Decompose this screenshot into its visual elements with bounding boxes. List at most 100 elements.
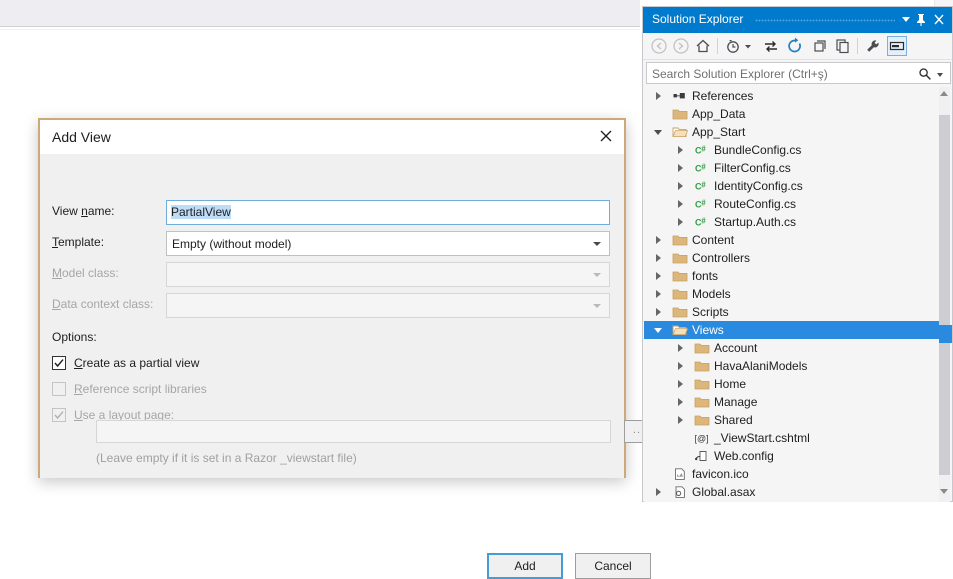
- chevron-collapsed-icon[interactable]: [676, 164, 685, 173]
- tree-row[interactable]: App_Start: [644, 123, 940, 141]
- layout-page-path-input: [96, 420, 611, 443]
- tree-row[interactable]: Home: [644, 375, 940, 393]
- checkbox-unchecked-icon: [52, 382, 66, 396]
- config-file-icon: [694, 449, 710, 463]
- add-view-dialog: Add View View name: PartialView Template…: [38, 118, 654, 579]
- add-button[interactable]: Add: [487, 553, 563, 579]
- tree-row[interactable]: C # RouteConfig.cs: [644, 195, 940, 213]
- sync-with-active-document-icon[interactable]: [761, 36, 781, 56]
- csharp-file-icon: C #: [694, 197, 710, 211]
- tree-row[interactable]: Shared: [644, 411, 940, 429]
- tree-row[interactable]: HavaAlaniModels: [644, 357, 940, 375]
- image-file-icon: [672, 467, 688, 481]
- selected-item-scroll-marker: [939, 325, 952, 343]
- tree-row[interactable]: Content: [644, 231, 940, 249]
- view-name-input[interactable]: PartialView: [166, 200, 610, 225]
- chevron-collapsed-icon[interactable]: [676, 146, 685, 155]
- csharp-file-icon: C #: [694, 143, 710, 157]
- tree-row[interactable]: Web.config: [644, 447, 940, 465]
- toolbar-separator: [717, 38, 718, 54]
- cancel-button[interactable]: Cancel: [575, 553, 651, 579]
- tree-row[interactable]: Manage: [644, 393, 940, 411]
- tree-row[interactable]: C # IdentityConfig.cs: [644, 177, 940, 195]
- create-as-partial-view-label: Create as a partial view: [74, 356, 200, 370]
- pending-changes-clock-icon[interactable]: [723, 36, 743, 56]
- tree-row-label: App_Start: [692, 125, 746, 139]
- pin-icon[interactable]: [914, 12, 928, 28]
- search-icon[interactable]: [918, 67, 932, 84]
- tree-row[interactable]: References: [644, 87, 940, 105]
- model-class-dropdown: [166, 262, 610, 287]
- tree-row[interactable]: C # BundleConfig.cs: [644, 141, 940, 159]
- collapse-all-icon[interactable]: [809, 36, 829, 56]
- chevron-down-icon[interactable]: [937, 73, 943, 77]
- folder-icon: [694, 341, 710, 355]
- tree-row-label: Scripts: [692, 305, 729, 319]
- folder-icon: [672, 251, 688, 265]
- solution-tree[interactable]: References App_Data App_Start C # BundleConfi…: [644, 87, 940, 502]
- chevron-collapsed-icon[interactable]: [676, 398, 685, 407]
- refresh-icon[interactable]: [785, 36, 805, 56]
- tree-row[interactable]: Global.asax: [644, 483, 940, 501]
- tree-row[interactable]: C # FilterConfig.cs: [644, 159, 940, 177]
- chevron-collapsed-icon[interactable]: [654, 308, 663, 317]
- chevron-expanded-icon[interactable]: [654, 128, 663, 137]
- chevron-collapsed-icon[interactable]: [676, 218, 685, 227]
- chevron-collapsed-icon[interactable]: [676, 182, 685, 191]
- search-input[interactable]: Search Solution Explorer (Ctrl+ş): [646, 62, 951, 84]
- dialog-titlebar: Add View: [40, 120, 624, 154]
- tree-row[interactable]: Scripts: [644, 303, 940, 321]
- chevron-collapsed-icon[interactable]: [654, 236, 663, 245]
- chevron-collapsed-icon[interactable]: [676, 362, 685, 371]
- tree-row[interactable]: fonts: [644, 267, 940, 285]
- field-row-data-context-class: Data context class:: [40, 293, 624, 319]
- tree-row-label: Startup.Auth.cs: [714, 215, 797, 229]
- tree-scroll-thumb[interactable]: [939, 115, 950, 475]
- chevron-collapsed-icon[interactable]: [676, 416, 685, 425]
- chevron-collapsed-icon[interactable]: [654, 254, 663, 263]
- tree-row[interactable]: Views: [644, 321, 940, 339]
- svg-text:#: #: [701, 145, 706, 154]
- tree-row[interactable]: Models: [644, 285, 940, 303]
- tree-row-label: Manage: [714, 395, 758, 409]
- tree-row-label: BundleConfig.cs: [714, 143, 802, 157]
- tree-row[interactable]: App_Data: [644, 105, 940, 123]
- chevron-collapsed-icon[interactable]: [676, 200, 685, 209]
- tree-row[interactable]: Account: [644, 339, 940, 357]
- tree-row-label: Shared: [714, 413, 753, 427]
- chevron-collapsed-icon[interactable]: [654, 92, 663, 101]
- chevron-collapsed-icon[interactable]: [654, 272, 663, 281]
- tree-row[interactable]: [@] _ViewStart.cshtml: [644, 429, 940, 447]
- home-icon[interactable]: [693, 36, 713, 56]
- tree-row-label: FilterConfig.cs: [714, 161, 791, 175]
- close-icon[interactable]: [592, 123, 620, 149]
- close-icon[interactable]: [932, 12, 946, 28]
- layout-page-hint: (Leave empty if it is set in a Razor _vi…: [96, 451, 357, 465]
- csharp-file-icon: C #: [694, 179, 710, 193]
- tree-row[interactable]: Controllers: [644, 249, 940, 267]
- solution-explorer-toolbar: [643, 33, 952, 60]
- tree-row[interactable]: C # Startup.Auth.cs: [644, 213, 940, 231]
- chevron-collapsed-icon[interactable]: [654, 488, 663, 497]
- chevron-collapsed-icon[interactable]: [676, 380, 685, 389]
- chevron-down-icon[interactable]: [743, 36, 753, 56]
- toolbar-separator: [857, 38, 858, 54]
- scroll-down-arrow-icon[interactable]: [940, 489, 948, 494]
- chevron-collapsed-icon[interactable]: [676, 344, 685, 353]
- template-selected-value: Empty (without model): [172, 237, 292, 251]
- window-menu-chevron-down-icon[interactable]: [902, 17, 910, 22]
- show-all-files-icon[interactable]: [833, 36, 853, 56]
- folder-icon: [672, 287, 688, 301]
- preview-selected-items-icon[interactable]: [887, 36, 907, 56]
- template-dropdown[interactable]: Empty (without model): [166, 231, 610, 256]
- tree-row[interactable]: favicon.ico: [644, 465, 940, 483]
- csharp-file-icon: C #: [694, 215, 710, 229]
- folder-open-icon: [672, 323, 689, 337]
- properties-wrench-icon[interactable]: [863, 36, 883, 56]
- chevron-collapsed-icon[interactable]: [654, 290, 663, 299]
- scroll-up-arrow-icon[interactable]: [940, 91, 948, 96]
- references-icon: [672, 89, 688, 103]
- chevron-expanded-icon[interactable]: [654, 326, 663, 335]
- folder-icon: [694, 359, 710, 373]
- editor-tab-strip: [0, 0, 640, 27]
